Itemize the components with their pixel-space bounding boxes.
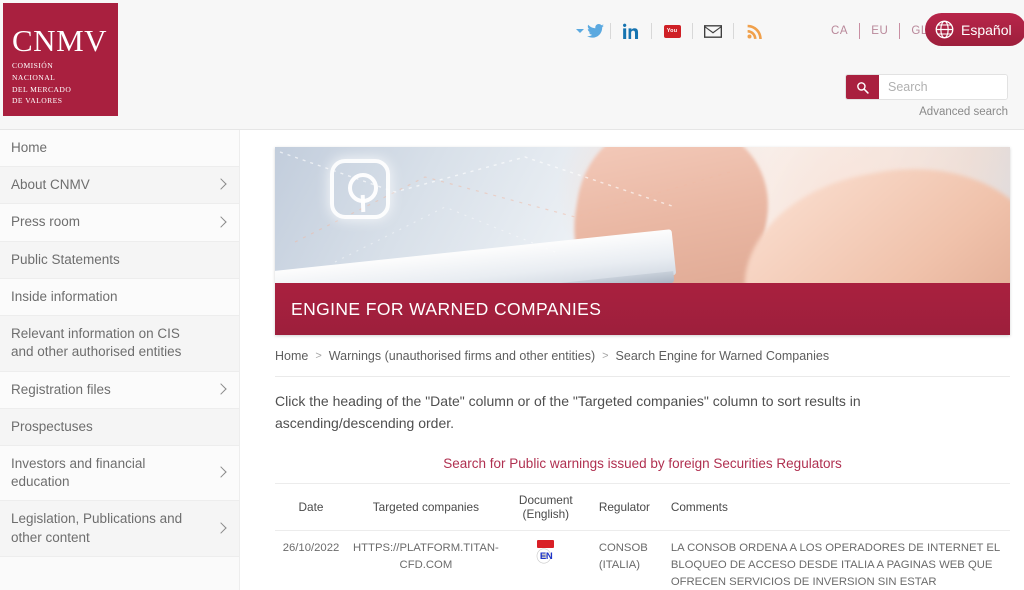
cnmv-logo[interactable]: CNMV Comisión Nacional del Mercado de Va…	[3, 3, 118, 116]
email-link[interactable]	[693, 20, 733, 42]
logo-line-1: Comisión	[12, 61, 54, 70]
search-input[interactable]	[879, 75, 1007, 99]
search-icon	[857, 81, 869, 94]
sidebar-item-label: Legislation, Publications and other cont…	[11, 511, 183, 545]
social-links: You	[570, 18, 774, 44]
language-selector-button[interactable]: Español	[925, 13, 1024, 46]
hero-title-bar: ENGINE FOR WARNED COMPANIES	[275, 283, 1010, 335]
sidebar-nav: Home About CNMV Press room Public Statem…	[0, 130, 240, 590]
hero-banner: ENGINE FOR WARNED COMPANIES	[275, 147, 1010, 335]
pdf-icon-language-label: EN	[539, 551, 553, 563]
sidebar-item-public-statements[interactable]: Public Statements	[0, 241, 239, 279]
youtube-link[interactable]: You	[652, 20, 692, 42]
table-body: 26/10/2022 HTTPS://PLATFORM.TITAN-CFD.CO…	[275, 530, 1010, 590]
breadcrumb-separator: >	[315, 350, 322, 362]
cell-regulator: CONSOB (ITALIA)	[586, 530, 665, 590]
chevron-right-icon	[215, 178, 227, 190]
table-header-row: Date Targeted companies Document (Englis…	[275, 483, 1010, 532]
logo-line-2: Nacional	[12, 72, 56, 82]
page-root: CNMV Comisión Nacional del Mercado de Va…	[0, 0, 1024, 590]
sidebar-item-legislation[interactable]: Legislation, Publications and other cont…	[0, 501, 239, 557]
twitter-icon	[587, 24, 604, 38]
email-icon	[704, 24, 722, 38]
chevron-right-icon	[215, 521, 227, 534]
breadcrumb-item-warnings[interactable]: Warnings (unauthorised firms and other e…	[329, 349, 595, 363]
magnifier-icon	[330, 159, 390, 219]
sidebar-item-home[interactable]: Home	[0, 130, 239, 168]
chevron-right-icon	[215, 382, 227, 395]
breadcrumb-item-home[interactable]: Home	[275, 349, 308, 363]
results-table: Date Targeted companies Document (Englis…	[275, 483, 1010, 590]
site-header: CNMV Comisión Nacional del Mercado de Va…	[0, 0, 1024, 130]
search-button[interactable]	[846, 75, 879, 99]
rss-link[interactable]	[734, 20, 774, 42]
column-header-targeted-companies[interactable]: Targeted companies	[347, 483, 505, 532]
column-header-regulator[interactable]: Regulator	[586, 483, 665, 532]
breadcrumb-item-current: Search Engine for Warned Companies	[615, 349, 830, 363]
logo-line-3: del Mercado	[12, 84, 72, 94]
sidebar-item-investors-education[interactable]: Investors and financial education	[0, 445, 239, 502]
column-header-date[interactable]: Date	[275, 483, 347, 532]
cell-document: ⦿ EN	[504, 530, 587, 590]
sidebar-item-label: Relevant information on CIS and other au…	[11, 326, 182, 360]
search-box	[845, 74, 1008, 100]
lang-link-ca[interactable]: CA	[820, 25, 859, 37]
table-head: Date Targeted companies Document (Englis…	[275, 483, 1010, 532]
page-title: ENGINE FOR WARNED COMPANIES	[291, 298, 602, 319]
sidebar-item-about-cnmv[interactable]: About CNMV	[0, 167, 239, 205]
pdf-document-icon[interactable]: ⦿ EN	[535, 540, 557, 566]
cell-company: HTTPS://PLATFORM.TITAN-CFD.COM	[347, 530, 505, 590]
cell-date: 26/10/2022	[275, 530, 347, 590]
sidebar-item-label: About CNMV	[11, 177, 90, 193]
main-content: ENGINE FOR WARNED COMPANIES Home > Warni…	[240, 130, 1024, 590]
sidebar-item-label: Investors and financial education	[11, 455, 146, 490]
chevron-right-icon	[215, 215, 227, 228]
globe-icon	[935, 20, 954, 39]
chevron-down-icon	[576, 29, 584, 33]
column-header-comments: Comments	[664, 483, 1010, 532]
sidebar-item-label: Prospectuses	[11, 418, 93, 434]
sidebar-item-label: Home	[11, 140, 48, 155]
intro-text: Click the heading of the "Date" column o…	[275, 393, 861, 431]
sidebar-item-prospectuses[interactable]: Prospectuses	[0, 408, 239, 446]
sidebar-item-press-room[interactable]: Press room	[0, 204, 239, 242]
language-links: CA EU GL	[820, 17, 939, 45]
rss-icon	[747, 24, 762, 39]
sidebar-item-label: Inside information	[11, 288, 118, 304]
logo-acronym: CNMV	[12, 23, 108, 58]
breadcrumb-separator: >	[602, 350, 609, 362]
sidebar-item-label: Press room	[11, 214, 81, 230]
sidebar-item-label: Public Statements	[11, 251, 120, 267]
lang-link-eu[interactable]: EU	[860, 25, 899, 37]
language-button-label: Español	[961, 21, 1012, 38]
advanced-search-link[interactable]: Advanced search	[845, 106, 1008, 118]
cell-comments: LA CONSOB ORDENA A LOS OPERADORES DE INT…	[664, 530, 1010, 590]
sidebar-item-inside-information[interactable]: Inside information	[0, 278, 239, 317]
youtube-icon: You	[663, 24, 681, 38]
breadcrumb: Home > Warnings (unauthorised firms and …	[275, 349, 1010, 377]
twitter-link[interactable]	[570, 20, 610, 42]
sidebar-item-label: Registration files	[11, 381, 111, 397]
sidebar-item-relevant-information[interactable]: Relevant information on CIS and other au…	[0, 316, 239, 372]
chevron-right-icon	[215, 466, 227, 478]
linkedin-link[interactable]	[611, 20, 651, 42]
table-caption: Search for Public warnings issued by for…	[443, 456, 842, 472]
logo-line-4: de Valores	[12, 96, 63, 106]
sidebar-item-registration-files[interactable]: Registration files	[0, 371, 239, 409]
table-row[interactable]: 26/10/2022 HTTPS://PLATFORM.TITAN-CFD.CO…	[275, 530, 1010, 590]
linkedin-icon	[623, 23, 639, 39]
logo-subtitle: Comisión Nacional del Mercado de Valores	[12, 60, 110, 107]
column-header-document: Document (English)	[504, 483, 587, 532]
body-wrapper: Home About CNMV Press room Public Statem…	[0, 130, 1024, 590]
